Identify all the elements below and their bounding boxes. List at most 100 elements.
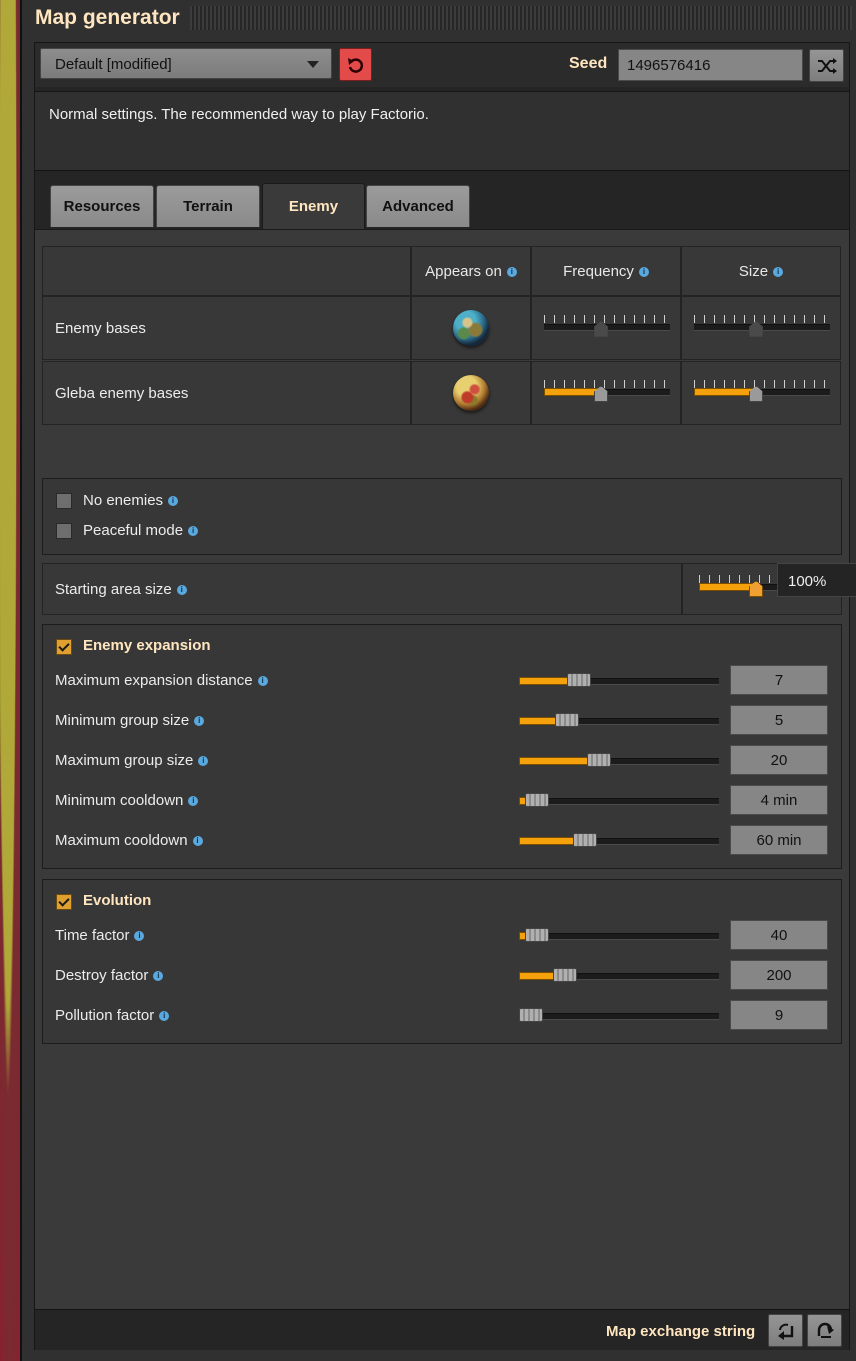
header-frequency: Frequency i <box>531 246 681 296</box>
slider-knob[interactable] <box>525 793 549 807</box>
drag-handle[interactable] <box>190 6 852 30</box>
enemy-expansion-title: Enemy expansion <box>83 637 211 654</box>
pollution-factor-value[interactable]: 9 <box>730 1000 828 1030</box>
no-enemies-label: No enemies i <box>83 492 179 509</box>
slider-knob[interactable] <box>587 753 611 767</box>
seed-input[interactable] <box>618 49 803 81</box>
header-frequency-label: Frequency <box>563 263 634 280</box>
preset-row: Default [modified] Seed <box>35 43 849 87</box>
chevron-down-icon <box>307 61 319 68</box>
tab-advanced[interactable]: Advanced <box>366 185 470 227</box>
background-scenery <box>0 0 20 1361</box>
setting-label: Minimum cooldown <box>55 792 184 809</box>
time-factor-value[interactable]: 40 <box>730 920 828 950</box>
peaceful-mode-text: Peaceful mode <box>83 522 184 539</box>
info-icon[interactable]: i <box>176 585 187 596</box>
max-expansion-distance-value[interactable]: 7 <box>730 665 828 695</box>
enemy-bases-label: Enemy bases <box>55 320 146 337</box>
slider-track <box>519 1013 719 1020</box>
randomize-seed-button[interactable] <box>809 49 844 82</box>
slider-knob[interactable] <box>555 713 579 727</box>
info-icon[interactable]: i <box>773 266 784 277</box>
max-expansion-distance-slider[interactable] <box>519 669 719 691</box>
info-icon[interactable]: i <box>168 496 179 507</box>
info-icon[interactable]: i <box>506 266 517 277</box>
info-icon[interactable]: i <box>153 971 164 982</box>
gleba-size-slider[interactable] <box>694 380 830 402</box>
frequency-cell <box>531 361 681 425</box>
setting-label: Time factor <box>55 927 130 944</box>
slider-knob[interactable] <box>525 928 549 942</box>
title-bar[interactable]: Map generator <box>22 0 856 40</box>
starting-area-tooltip: 100% <box>777 563 856 597</box>
starting-area-text: Starting area size <box>55 581 172 598</box>
setting-label: Destroy factor <box>55 967 149 984</box>
min-group-size-value[interactable]: 5 <box>730 705 828 735</box>
enemy-expansion-checkbox[interactable] <box>56 639 72 655</box>
slider-ticks <box>694 315 830 323</box>
slider-fill <box>694 388 755 396</box>
min-group-size-label: Minimum group size i <box>55 712 205 729</box>
appears-on-cell <box>411 361 531 425</box>
slider-knob[interactable] <box>519 1008 543 1022</box>
max-cooldown-slider[interactable] <box>519 829 719 851</box>
slider-track <box>519 933 719 940</box>
peaceful-mode-checkbox[interactable] <box>56 523 72 539</box>
table-row: Gleba enemy bases <box>42 361 411 425</box>
import-icon <box>777 1323 793 1340</box>
info-icon[interactable]: i <box>134 931 145 942</box>
reset-preset-button[interactable] <box>339 48 372 81</box>
min-cooldown-slider[interactable] <box>519 789 719 811</box>
window-title: Map generator <box>35 6 180 29</box>
slider-knob[interactable] <box>567 673 591 687</box>
tab-enemy[interactable]: Enemy <box>262 183 365 229</box>
slider-fill <box>544 388 600 396</box>
max-group-size-slider[interactable] <box>519 749 719 771</box>
info-icon[interactable]: i <box>159 1011 170 1022</box>
header-appears-on-label: Appears on <box>425 263 502 280</box>
footer-bar: Map exchange string <box>35 1309 849 1350</box>
peaceful-mode-label: Peaceful mode i <box>83 522 199 539</box>
info-icon[interactable]: i <box>188 796 199 807</box>
pollution-factor-slider[interactable] <box>519 1004 719 1026</box>
info-icon[interactable]: i <box>188 526 199 537</box>
tab-bar: Resources Terrain Enemy Advanced <box>35 177 849 229</box>
time-factor-slider[interactable] <box>519 924 719 946</box>
destroy-factor-value[interactable]: 200 <box>730 960 828 990</box>
info-icon[interactable]: i <box>198 756 209 767</box>
max-group-size-value[interactable]: 20 <box>730 745 828 775</box>
table-row: Enemy bases <box>42 296 411 360</box>
tab-terrain[interactable]: Terrain <box>156 185 260 227</box>
setting-label: Maximum expansion distance <box>55 672 253 689</box>
min-group-size-slider[interactable] <box>519 709 719 731</box>
max-cooldown-value[interactable]: 60 min <box>730 825 828 855</box>
gleba-frequency-slider[interactable] <box>544 380 670 402</box>
no-enemies-checkbox[interactable] <box>56 493 72 509</box>
gleba-planet-icon <box>453 375 489 411</box>
info-icon[interactable]: i <box>192 836 203 847</box>
enemy-bases-table: Appears on i Frequency i Size i Enemy bases <box>42 246 842 425</box>
destroy-factor-slider[interactable] <box>519 964 719 986</box>
import-map-exchange-button[interactable] <box>768 1314 803 1347</box>
enemy-bases-frequency-slider[interactable] <box>544 315 670 337</box>
enemy-bases-size-slider[interactable] <box>694 315 830 337</box>
export-map-exchange-button[interactable] <box>807 1314 842 1347</box>
enemy-toggles-section: No enemies i Peaceful mode i <box>42 478 842 555</box>
min-cooldown-value[interactable]: 4 min <box>730 785 828 815</box>
evolution-title: Evolution <box>83 892 152 909</box>
size-cell <box>681 361 841 425</box>
evolution-checkbox[interactable] <box>56 894 72 910</box>
slider-knob[interactable] <box>573 833 597 847</box>
info-icon[interactable]: i <box>194 716 205 727</box>
info-icon[interactable]: i <box>638 266 649 277</box>
slider-track <box>519 798 719 805</box>
header-size: Size i <box>681 246 841 296</box>
size-cell <box>681 296 841 360</box>
map-generator-window: Map generator Default [modified] Seed 14… <box>20 0 856 1361</box>
setting-label: Minimum group size <box>55 712 190 729</box>
nauvis-planet-icon <box>453 310 489 346</box>
slider-knob[interactable] <box>553 968 577 982</box>
info-icon[interactable]: i <box>257 676 268 687</box>
tab-resources[interactable]: Resources <box>50 185 154 227</box>
preset-dropdown[interactable]: Default [modified] <box>40 48 332 79</box>
